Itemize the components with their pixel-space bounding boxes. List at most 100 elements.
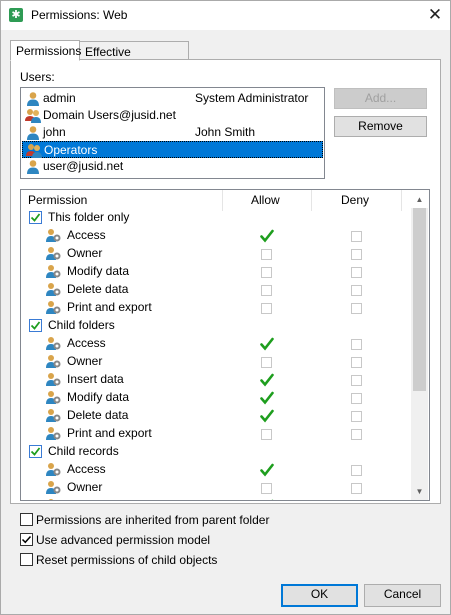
- permission-group-label: Child records: [48, 444, 119, 458]
- allow-checkbox[interactable]: [261, 249, 272, 260]
- permissions-grid: Permission Allow Deny This folder only Ac…: [20, 189, 430, 501]
- close-button[interactable]: ✕: [419, 0, 451, 30]
- user-list-item[interactable]: Operators: [22, 141, 323, 158]
- user-key-icon: [45, 354, 63, 370]
- user-description: System Administrator: [195, 91, 309, 105]
- grid-scrollbar[interactable]: ▲ ▼: [411, 195, 428, 500]
- user-list-item[interactable]: Domain Users@jusid.net: [22, 107, 323, 124]
- scroll-down-arrow[interactable]: ▼: [411, 483, 428, 500]
- add-button[interactable]: Add...: [334, 88, 427, 109]
- user-name: admin: [43, 91, 76, 105]
- allow-checkbox[interactable]: [261, 483, 272, 494]
- permission-row: Insert data: [21, 497, 411, 500]
- user-key-icon: [45, 300, 63, 316]
- tab-permissions[interactable]: Permissions: [10, 40, 81, 61]
- group-checkbox-icon[interactable]: [29, 445, 42, 458]
- user-list-item[interactable]: john John Smith: [22, 124, 323, 141]
- column-header-deny[interactable]: Deny: [341, 190, 369, 211]
- deny-checkbox[interactable]: [351, 411, 362, 422]
- user-name: Domain Users@jusid.net: [43, 108, 176, 122]
- user-key-icon: [45, 228, 63, 244]
- user-key-icon: [45, 282, 63, 298]
- permission-label: Insert data: [67, 498, 124, 500]
- user-name: user@jusid.net: [43, 159, 124, 173]
- checked-checkbox[interactable]: [20, 533, 33, 546]
- permission-group-label: This folder only: [48, 210, 130, 224]
- permission-group-row[interactable]: Child records: [21, 443, 411, 461]
- permission-label: Access: [67, 336, 106, 350]
- permission-label: Delete data: [67, 282, 129, 296]
- deny-checkbox[interactable]: [351, 303, 362, 314]
- group-checkbox-icon[interactable]: [29, 211, 42, 224]
- scroll-up-arrow[interactable]: ▲: [411, 191, 428, 208]
- permission-group-row[interactable]: This folder only: [21, 209, 411, 227]
- option-label: Permissions are inherited from parent fo…: [36, 513, 270, 527]
- permission-label: Access: [67, 462, 106, 476]
- group-checkbox-icon[interactable]: [29, 319, 42, 332]
- user-icon: [25, 91, 41, 107]
- user-icon: [25, 125, 41, 141]
- column-header-permission[interactable]: Permission: [28, 190, 87, 211]
- users-list[interactable]: admin System Administrator Domain Users@ju…: [20, 87, 325, 179]
- allow-checkbox[interactable]: [261, 357, 272, 368]
- user-key-icon: [45, 372, 63, 388]
- permission-row: Delete data: [21, 281, 411, 299]
- user-key-icon: [45, 246, 63, 262]
- deny-checkbox[interactable]: [351, 429, 362, 440]
- user-key-icon: [45, 336, 63, 352]
- allow-checkmark[interactable]: [260, 229, 274, 243]
- scroll-thumb[interactable]: [413, 208, 426, 391]
- permission-label: Owner: [67, 246, 103, 260]
- column-divider: [311, 190, 312, 211]
- user-key-icon: [45, 390, 63, 406]
- permission-row: Owner: [21, 245, 411, 263]
- user-description: John Smith: [195, 125, 256, 139]
- permission-row: Access: [21, 461, 411, 479]
- group-icon: [26, 143, 42, 159]
- allow-checkbox[interactable]: [261, 429, 272, 440]
- deny-checkbox[interactable]: [351, 285, 362, 296]
- user-name: john: [43, 125, 66, 139]
- cancel-button[interactable]: Cancel: [364, 584, 441, 607]
- permission-label: Owner: [67, 354, 103, 368]
- deny-checkbox[interactable]: [351, 267, 362, 278]
- option-label: Reset permissions of child objects: [36, 553, 218, 567]
- permission-label: Modify data: [67, 390, 130, 404]
- allow-checkmark[interactable]: [260, 337, 274, 351]
- deny-checkbox[interactable]: [351, 357, 362, 368]
- checkbox[interactable]: [20, 513, 33, 526]
- deny-checkbox[interactable]: [351, 483, 362, 494]
- users-label: Users:: [20, 70, 55, 84]
- allow-checkbox[interactable]: [261, 303, 272, 314]
- deny-checkbox[interactable]: [351, 465, 362, 476]
- permission-label: Modify data: [67, 264, 130, 278]
- user-list-item[interactable]: admin System Administrator: [22, 90, 323, 107]
- column-header-allow[interactable]: Allow: [251, 190, 280, 211]
- deny-checkbox[interactable]: [351, 231, 362, 242]
- allow-checkmark[interactable]: [260, 409, 274, 423]
- allow-checkmark[interactable]: [260, 499, 274, 500]
- permission-group-row[interactable]: Child folders: [21, 317, 411, 335]
- remove-button[interactable]: Remove: [334, 116, 427, 137]
- user-list-item[interactable]: user@jusid.net: [22, 158, 323, 175]
- allow-checkmark[interactable]: [260, 463, 274, 477]
- user-name: Operators: [44, 143, 98, 157]
- deny-checkbox[interactable]: [351, 339, 362, 350]
- allow-checkbox[interactable]: [261, 285, 272, 296]
- permission-row: Modify data: [21, 263, 411, 281]
- allow-checkmark[interactable]: [260, 373, 274, 387]
- ok-button[interactable]: OK: [281, 584, 358, 607]
- permission-label: Print and export: [67, 426, 152, 440]
- tab-effective-permissions[interactable]: Effective permissions: [79, 41, 189, 79]
- deny-checkbox[interactable]: [351, 375, 362, 386]
- checkbox[interactable]: [20, 553, 33, 566]
- app-icon: ✱: [9, 8, 23, 22]
- user-key-icon: [45, 498, 63, 500]
- deny-checkbox[interactable]: [351, 249, 362, 260]
- allow-checkbox[interactable]: [261, 267, 272, 278]
- allow-checkmark[interactable]: [260, 391, 274, 405]
- permission-label: Owner: [67, 480, 103, 494]
- deny-checkbox[interactable]: [351, 393, 362, 404]
- permission-row: Insert data: [21, 371, 411, 389]
- column-divider: [222, 190, 223, 211]
